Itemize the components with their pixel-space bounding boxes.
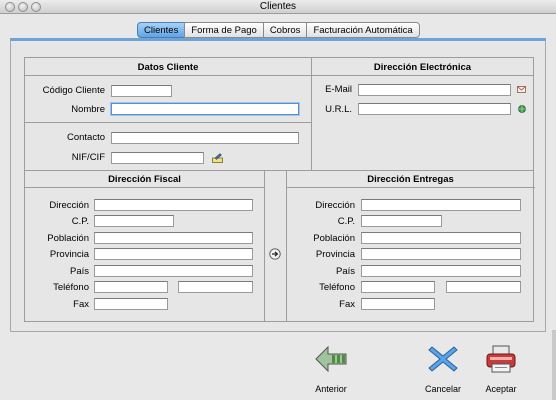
direccion-electronica-title: Dirección Electrónica [373, 62, 472, 73]
window-title: Clientes [259, 1, 297, 12]
tab-forma-de-pago[interactable]: Forma de Pago [184, 22, 263, 38]
url-input[interactable] [358, 103, 511, 115]
entregas-direccion-input[interactable] [361, 199, 521, 211]
tab-cobros[interactable]: Cobros [262, 22, 307, 38]
direccion-entregas-title: Dirección Entregas [367, 174, 454, 185]
edit-pencil-icon[interactable] [212, 153, 223, 163]
fiscal-fax-label: Fax [73, 299, 89, 310]
url-label: U.R.L. [325, 104, 352, 115]
cancel-x-icon [428, 346, 458, 372]
entregas-provincia-input[interactable] [361, 248, 521, 260]
datos-cliente-box: Datos Cliente Código Cliente Nombre Cont… [24, 57, 312, 171]
fiscal-pais-label: País [69, 266, 89, 277]
divider [25, 75, 311, 76]
entregas-cp-input[interactable] [361, 215, 442, 227]
entregas-telefono-label: Teléfono [319, 282, 355, 293]
arrow-right-circle-icon[interactable] [269, 248, 281, 260]
clientes-panel: Datos Cliente Código Cliente Nombre Cont… [10, 38, 546, 332]
tab-facturacion-automatica[interactable]: Facturación Automática [306, 22, 420, 38]
fiscal-direccion-input[interactable] [94, 199, 253, 211]
aceptar-label: Aceptar [485, 384, 517, 394]
fiscal-cp-input[interactable] [94, 215, 174, 227]
email-input[interactable] [358, 84, 511, 96]
divider [25, 122, 311, 123]
window-resize-edge [552, 330, 556, 400]
fiscal-pais-input[interactable] [94, 265, 253, 277]
fiscal-telefono-input[interactable] [94, 281, 168, 293]
aceptar-button[interactable]: Aceptar [481, 343, 521, 399]
contacto-label: Contacto [66, 132, 105, 143]
fiscal-provincia-input[interactable] [94, 248, 253, 260]
fiscal-fax-input[interactable] [94, 298, 168, 310]
anterior-button[interactable]: Anterior [311, 343, 351, 399]
email-icon[interactable] [517, 86, 526, 93]
accept-printer-icon [486, 345, 516, 373]
globe-icon[interactable] [518, 105, 526, 113]
divider [25, 187, 264, 188]
entregas-direccion-label: Dirección [315, 200, 355, 211]
cancelar-label: Cancelar [424, 384, 462, 394]
back-arrow-icon [315, 345, 347, 373]
entregas-provincia-label: Provincia [315, 249, 355, 260]
direccion-fiscal-title: Dirección Fiscal [108, 174, 181, 185]
fiscal-provincia-label: Provincia [49, 249, 89, 260]
fiscal-telefono-label: Teléfono [53, 282, 89, 293]
minimize-window-button[interactable] [18, 2, 28, 12]
divider [312, 75, 533, 76]
entregas-poblacion-input[interactable] [361, 232, 521, 244]
anterior-label: Anterior [315, 384, 347, 394]
fiscal-poblacion-label: Población [47, 233, 89, 244]
fiscal-cp-label: C.P. [71, 216, 89, 227]
codigo-cliente-label: Código Cliente [42, 85, 105, 96]
nif-cif-label: NIF/CIF [71, 152, 105, 163]
window-titlebar: Clientes [0, 0, 556, 14]
contacto-input[interactable] [111, 132, 299, 144]
entregas-pais-input[interactable] [361, 265, 521, 277]
entregas-fax-label: Fax [339, 299, 355, 310]
nombre-label: Nombre [71, 104, 105, 115]
close-window-button[interactable] [5, 2, 15, 12]
fiscal-telefono2-input[interactable] [178, 281, 253, 293]
tab-bar: Clientes Forma de Pago Cobros Facturació… [137, 22, 420, 38]
datos-cliente-title: Datos Cliente [137, 62, 199, 73]
direccion-electronica-box: Dirección Electrónica E-Mail U.R.L. [311, 57, 534, 171]
entregas-pais-label: País [335, 266, 355, 277]
email-label: E-Mail [325, 84, 352, 95]
entregas-fax-input[interactable] [361, 298, 435, 310]
entregas-cp-label: C.P. [337, 216, 355, 227]
nombre-input[interactable] [111, 103, 299, 115]
fiscal-direccion-label: Dirección [49, 200, 89, 211]
entregas-telefono-input[interactable] [361, 281, 435, 293]
nif-cif-input[interactable] [111, 152, 204, 164]
codigo-cliente-input[interactable] [111, 85, 172, 97]
entregas-poblacion-label: Población [313, 233, 355, 244]
entregas-telefono2-input[interactable] [446, 281, 521, 293]
tab-clientes[interactable]: Clientes [137, 22, 185, 38]
zoom-window-button[interactable] [31, 2, 41, 12]
direcciones-box: Dirección Fiscal Dirección Entregas Dire… [24, 170, 535, 322]
cancelar-button[interactable]: Cancelar [423, 343, 463, 399]
fiscal-poblacion-input[interactable] [94, 232, 253, 244]
divider [264, 171, 265, 321]
divider [286, 187, 535, 188]
